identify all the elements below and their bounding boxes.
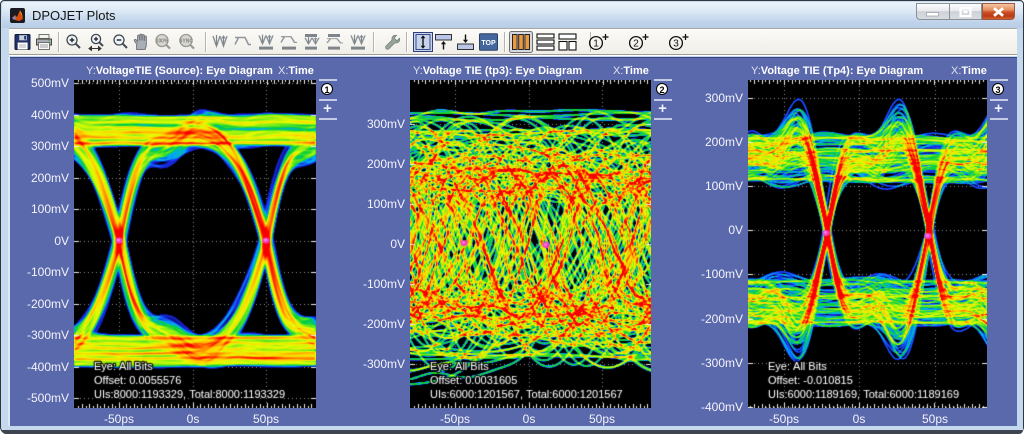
- svg-text:100%: 100%: [156, 39, 169, 45]
- svg-text:1: 1: [593, 39, 599, 50]
- svg-text:TOP: TOP: [481, 40, 496, 47]
- svg-text:2: 2: [633, 39, 639, 50]
- svg-text:3: 3: [673, 39, 679, 50]
- svg-text:SYNC: SYNC: [179, 39, 193, 45]
